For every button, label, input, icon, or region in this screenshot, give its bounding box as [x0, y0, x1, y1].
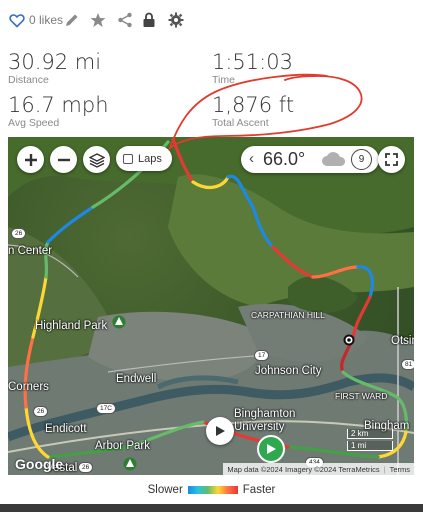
start-marker-button[interactable] [257, 435, 285, 463]
minus-icon [57, 158, 70, 161]
total-ascent-label: Total Ascent [212, 117, 269, 129]
expand-icon [385, 153, 398, 166]
map-attribution-bar: Map data ©2024 Imagery ©2024 TerraMetric… [223, 463, 414, 475]
speed-stat: 16.7 mph Avg Speed [8, 93, 109, 129]
route-map[interactable]: Laps ‹ 66.0° 9 n Center Highland Park En… [8, 137, 414, 475]
time-value: 1:51:03 [212, 50, 293, 74]
legend-faster: Faster [242, 484, 276, 496]
map-label-highland-park: Highland Park [35, 320, 108, 332]
map-label-n-center: n Center [8, 245, 53, 257]
map-label-johnson-city: Johnson City [255, 365, 322, 377]
park-marker-icon [123, 457, 137, 471]
map-label-endwell: Endwell [116, 373, 157, 385]
scale-mi: 1 mi [347, 441, 393, 451]
ascent-stat: 1,876 ft Total Ascent [212, 93, 294, 129]
settings-button[interactable] [168, 10, 184, 30]
map-label-otsin: Otsin [391, 335, 414, 347]
weather-widget[interactable]: ‹ 66.0° 9 [241, 146, 379, 173]
map-label-endicott: Endicott [45, 423, 87, 435]
map-scale: 2 km 1 mi [347, 429, 393, 453]
fullscreen-button[interactable] [378, 146, 405, 173]
avg-speed-value: 16.7 mph [8, 93, 109, 117]
laps-label: Laps [138, 152, 162, 165]
weather-temperature: 66.0° [263, 149, 306, 169]
laps-checkbox[interactable] [123, 153, 133, 164]
wind-speed-icon: 9 [351, 149, 372, 170]
pencil-icon [66, 14, 78, 26]
activity-toolbar: 0 likes [0, 0, 423, 40]
edit-button[interactable] [64, 10, 80, 30]
share-icon [118, 12, 132, 28]
map-label-arbor-park: Arbor Park [95, 440, 150, 452]
map-label-corners: Corners [8, 381, 49, 393]
privacy-button[interactable] [142, 10, 156, 30]
cloud-icon [322, 152, 346, 166]
route-shield: 26 [78, 462, 94, 473]
route-shield: 26 [33, 406, 49, 417]
likes-count: 0 likes [29, 13, 64, 27]
legend-slower: Slower [147, 484, 183, 496]
map-label-carpathian-hill: CARPATHIAN HILL [251, 310, 325, 320]
route-shield: 26 [11, 228, 27, 239]
route-shield: 81 [401, 359, 414, 370]
zoom-in-button[interactable] [17, 146, 44, 173]
route-shield: 17 [254, 350, 270, 361]
map-attribution: Map data ©2024 Imagery ©2024 TerraMetric… [227, 464, 380, 474]
bottom-bar [0, 504, 423, 512]
map-label-binghamton-university: Binghamton University [234, 408, 296, 433]
map-label-first-ward: FIRST WARD [335, 391, 388, 401]
map-layers-button[interactable] [83, 146, 110, 173]
terms-link[interactable]: Terms [390, 465, 410, 474]
time-stat: 1:51:03 Time [212, 50, 293, 86]
time-label: Time [212, 74, 235, 86]
plus-icon [24, 153, 37, 166]
play-icon [267, 444, 276, 454]
like-button[interactable]: 0 likes [9, 10, 63, 30]
chevron-left-icon[interactable]: ‹ [249, 150, 254, 167]
speed-legend: Slower Faster [0, 482, 423, 498]
star-icon [90, 13, 106, 27]
google-logo: Google [15, 456, 64, 472]
distance-value: 30.92 mi [8, 50, 102, 74]
lock-icon [143, 12, 155, 27]
scale-km: 2 km [347, 429, 393, 439]
laps-toggle[interactable]: Laps [116, 146, 172, 171]
layers-icon [88, 152, 105, 168]
speed-gradient-bar [187, 486, 238, 494]
favorite-button[interactable] [90, 10, 106, 30]
distance-stat: 30.92 mi Distance [8, 50, 101, 86]
distance-label: Distance [8, 74, 49, 86]
play-icon [216, 426, 225, 436]
zoom-out-button[interactable] [50, 146, 77, 173]
total-ascent-value: 1,876 ft [212, 93, 295, 117]
replay-button[interactable] [206, 417, 234, 445]
gear-icon [168, 12, 184, 28]
share-button[interactable] [117, 10, 133, 30]
heart-icon [9, 13, 25, 28]
avg-speed-label: Avg Speed [8, 117, 60, 129]
route-shield: 17C [96, 403, 116, 414]
park-marker-icon [112, 315, 126, 329]
